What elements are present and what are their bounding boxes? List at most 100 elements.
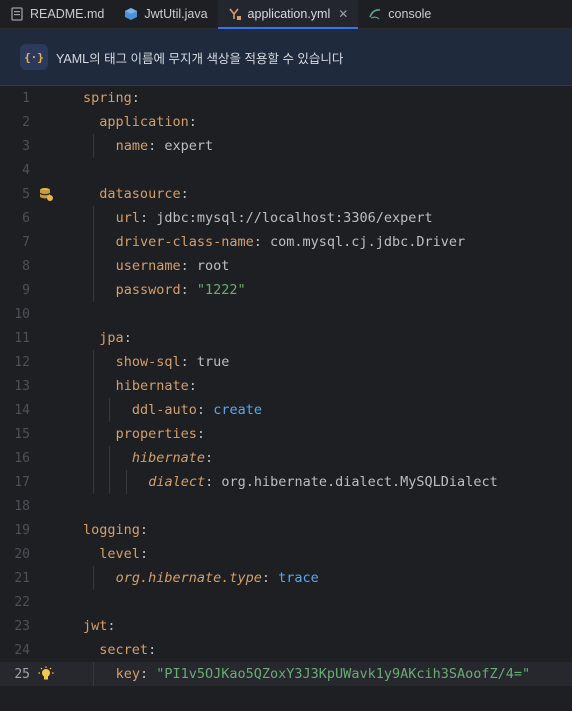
code-token: logging (83, 522, 140, 538)
code-text: properties: (116, 422, 205, 446)
line-number: 11 (14, 330, 30, 346)
code-token: : (139, 522, 149, 538)
code-token: level (99, 546, 140, 562)
code-token: hibernate (115, 378, 189, 394)
code-token: org.hibernate.type (115, 570, 262, 586)
code-text: jwt: (83, 614, 116, 638)
code-token: true (196, 354, 230, 370)
editor-tab-bar: README.md JwtUtil.java application.yml ✕… (0, 0, 572, 29)
line-number: 7 (22, 234, 30, 250)
line-number: 16 (14, 450, 30, 466)
code-line[interactable]: 23 jwt: (0, 614, 572, 638)
line-number: 15 (14, 426, 30, 442)
line-number: 6 (22, 210, 30, 226)
code-token: jdbc:mysql://localhost:3306/expert (156, 210, 433, 226)
code-token: hibernate (131, 450, 206, 466)
code-token: org.hibernate.dialect.MySQLDialect (221, 474, 498, 490)
code-token: "1222" (196, 282, 246, 298)
code-line[interactable]: 9 password: "1222" (0, 278, 572, 302)
tab-jwtutil[interactable]: JwtUtil.java (114, 0, 217, 28)
code-token: : (180, 282, 197, 298)
tab-label: README.md (30, 7, 105, 21)
code-text: ddl-auto: create (132, 398, 262, 422)
code-line[interactable]: 3 name: expert (0, 134, 572, 158)
code-text: spring: (83, 86, 140, 110)
code-token: properties (115, 426, 197, 442)
code-line[interactable]: 16 hibernate: (0, 446, 572, 470)
line-number: 17 (14, 474, 30, 490)
indent-guide (93, 206, 95, 230)
code-token: : (148, 642, 157, 658)
code-line[interactable]: 21 org.hibernate.type: trace (0, 566, 572, 590)
line-number: 20 (14, 546, 30, 562)
code-line[interactable]: 11 jpa: (0, 326, 572, 350)
code-line[interactable]: 20 level: (0, 542, 572, 566)
code-text: secret: (99, 638, 156, 662)
line-number: 8 (22, 258, 30, 274)
code-line[interactable]: 19 logging: (0, 518, 572, 542)
code-line[interactable]: 8 username: root (0, 254, 572, 278)
line-number: 4 (22, 162, 30, 178)
code-token: : (205, 450, 214, 466)
tab-application-yml[interactable]: application.yml ✕ (217, 0, 359, 29)
tab-readme[interactable]: README.md (0, 0, 114, 28)
code-line[interactable]: 5 datasource: (0, 182, 572, 206)
close-icon[interactable]: ✕ (338, 7, 348, 21)
code-line[interactable]: 7 driver-class-name: com.mysql.cj.jdbc.Dr… (0, 230, 572, 254)
code-line[interactable]: 6 url: jdbc:mysql://localhost:3306/expert (0, 206, 572, 230)
code-line[interactable]: 12 show-sql: true (0, 350, 572, 374)
line-number: 18 (14, 498, 30, 514)
code-token: root (196, 258, 230, 274)
code-token: : (180, 258, 197, 274)
banner-text: YAML의 태그 이름에 무지개 색상을 적용할 수 있습니다 (56, 51, 344, 66)
code-line[interactable]: 25 key: "PI1v5OJKao5QZoxY3J3KpUWavk1y9AKc… (0, 662, 572, 686)
indent-guide (109, 470, 111, 494)
indent-guide (93, 566, 95, 590)
indent-guide (93, 134, 95, 158)
code-text: hibernate: (116, 374, 197, 398)
line-number: 9 (22, 282, 30, 298)
code-token: jpa (99, 330, 124, 346)
code-editor[interactable]: 1 spring: 2 application: 3 name: expert 4 5 data… (0, 86, 572, 686)
code-line[interactable]: 10 (0, 302, 572, 326)
code-line[interactable]: 1 spring: (0, 86, 572, 110)
code-text: username: root (116, 254, 230, 278)
tab-console[interactable]: console (358, 0, 441, 28)
code-line[interactable]: 22 (0, 590, 572, 614)
code-line[interactable]: 17 dialect: org.hibernate.dialect.MySQLDi… (0, 470, 572, 494)
code-text: password: "1222" (116, 278, 246, 302)
indent-guide (93, 230, 95, 254)
code-line[interactable]: 15 properties: (0, 422, 572, 446)
indent-guide (93, 662, 95, 686)
indent-guide (93, 398, 95, 422)
line-number: 3 (22, 138, 30, 154)
line-number: 13 (14, 378, 30, 394)
code-token: secret (99, 642, 149, 658)
line-number: 1 (22, 90, 30, 106)
code-token: create (213, 402, 262, 418)
code-token: : (107, 618, 116, 634)
java-class-icon (124, 7, 138, 21)
code-token: : (139, 546, 149, 562)
code-token: show-sql (115, 354, 181, 370)
code-text: driver-class-name: com.mysql.cj.jdbc.Dri… (116, 230, 466, 254)
code-line[interactable]: 14 ddl-auto: create (0, 398, 572, 422)
code-token: : (148, 138, 165, 154)
code-line[interactable]: 18 (0, 494, 572, 518)
code-text: datasource: (99, 182, 188, 206)
datasource-icon[interactable] (38, 186, 54, 202)
code-token: : (261, 570, 279, 586)
line-number: 2 (22, 114, 30, 130)
indent-guide (109, 398, 111, 422)
code-line[interactable]: 4 (0, 158, 572, 182)
lightbulb-icon[interactable] (38, 666, 54, 682)
code-line[interactable]: 2 application: (0, 110, 572, 134)
code-token: trace (278, 570, 319, 586)
code-token: driver-class-name (115, 234, 254, 250)
code-line[interactable]: 13 hibernate: (0, 374, 572, 398)
code-token: spring (83, 90, 132, 106)
code-token: expert (164, 138, 214, 154)
code-token: : (180, 186, 189, 202)
code-line[interactable]: 24 secret: (0, 638, 572, 662)
code-text: url: jdbc:mysql://localhost:3306/expert (116, 206, 433, 230)
